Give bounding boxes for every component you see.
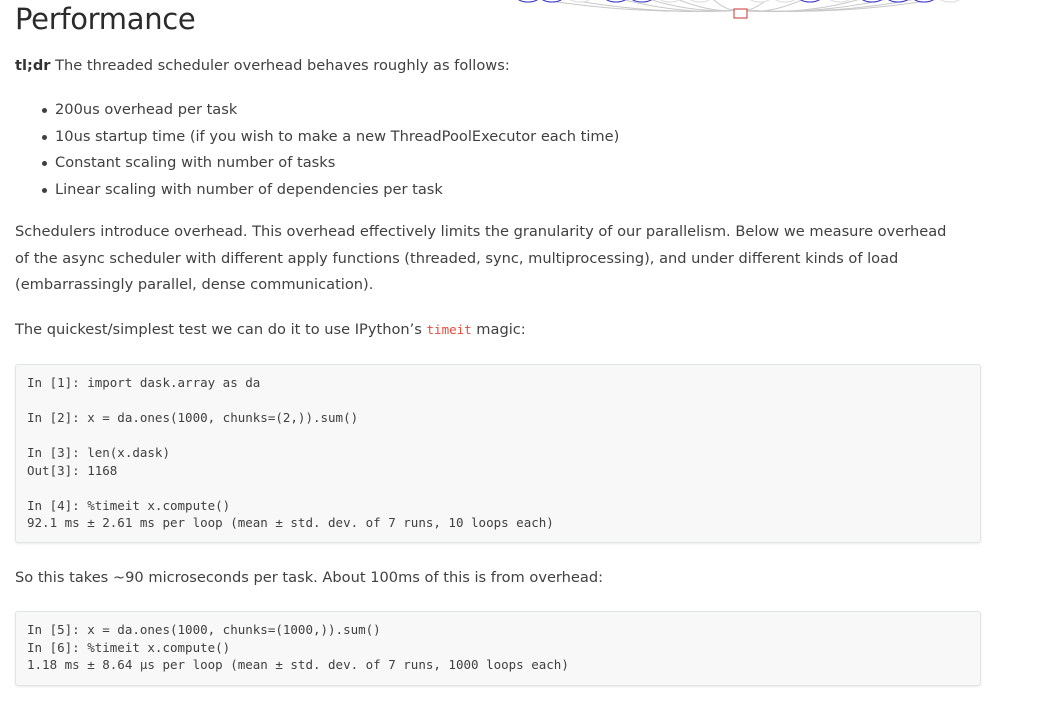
timeit-paragraph-after: magic:	[471, 321, 526, 338]
code-block-text[interactable]: In [1]: import dask.array as da In [2]: …	[27, 374, 969, 532]
task-graph-image	[510, 0, 970, 22]
summary-bullet-list: 200us overhead per task 10us startup tim…	[0, 97, 619, 203]
list-item: Linear scaling with number of dependenci…	[41, 177, 619, 204]
tldr-text: The threaded scheduler overhead behaves …	[50, 57, 510, 74]
code-block-timeit-single-chunk: In [5]: x = da.ones(1000, chunks=(1000,)…	[15, 611, 981, 686]
inline-code-timeit: timeit	[426, 322, 472, 337]
overhead-intro-paragraph: Schedulers introduce overhead. This over…	[15, 223, 947, 294]
code-block-timeit-chunked: In [1]: import dask.array as da In [2]: …	[15, 364, 981, 543]
list-item: Constant scaling with number of tasks	[41, 150, 619, 177]
code-block-text[interactable]: In [5]: x = da.ones(1000, chunks=(1000,)…	[27, 621, 969, 674]
page-title: Performance	[15, 2, 196, 36]
timeit-paragraph-before: The quickest/simplest test we can do it …	[15, 321, 427, 338]
timeit-paragraph: The quickest/simplest test we can do it …	[15, 317, 965, 344]
overhead-result-paragraph: So this takes ~90 microseconds per task.…	[15, 569, 604, 586]
list-item: 200us overhead per task	[41, 97, 619, 124]
tldr-paragraph: tl;dr The threaded scheduler overhead be…	[15, 53, 965, 80]
tldr-label: tl;dr	[15, 57, 51, 74]
list-item: 10us startup time (if you wish to make a…	[41, 124, 619, 151]
